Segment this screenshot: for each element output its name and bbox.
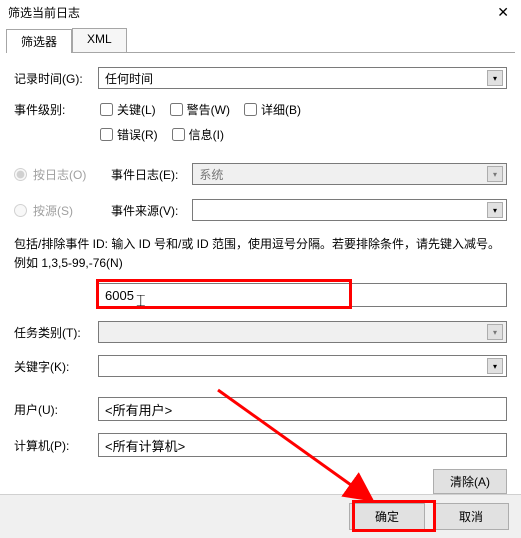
chk-critical[interactable]: 关键(L) [100,101,156,118]
close-icon[interactable]: ✕ [491,4,515,21]
chk-warning[interactable]: 警告(W) [170,101,230,118]
user-label: 用户(U): [14,401,98,418]
event-id-input[interactable] [98,283,507,307]
tab-strip: 筛选器 XML [6,28,515,53]
radio-by-source [14,204,27,217]
tab-content: 记录时间(G): 任何时间 ▾ 事件级别: 关键(L) 警告(W) 详细(B) … [0,53,521,504]
chevron-down-icon: ▾ [487,70,503,86]
event-source-label: 事件来源(V): [111,202,178,219]
ok-button[interactable]: 确定 [349,503,425,530]
task-category-label: 任务类别(T): [14,324,98,341]
logged-value: 任何时间 [105,70,153,87]
computer-input[interactable] [98,433,507,457]
radio-by-log-label: 按日志(O) [33,166,105,183]
user-input[interactable] [98,397,507,421]
cancel-button[interactable]: 取消 [433,503,509,530]
chk-info[interactable]: 信息(I) [172,126,224,143]
level-label: 事件级别: [14,101,98,118]
logged-label: 记录时间(G): [14,70,98,87]
chevron-down-icon: ▾ [487,202,503,218]
event-source-combo[interactable]: ▾ [192,199,507,221]
keywords-combo[interactable]: ▾ [98,355,507,377]
clear-button[interactable]: 清除(A) [433,469,507,494]
event-log-combo: 系统 ▾ [192,163,507,185]
event-log-label: 事件日志(E): [111,166,178,183]
chevron-down-icon: ▾ [487,324,503,340]
tab-filter[interactable]: 筛选器 [6,29,72,53]
logged-combo[interactable]: 任何时间 ▾ [98,67,507,89]
computer-label: 计算机(P): [14,437,98,454]
dialog-title: 筛选当前日志 [8,4,80,21]
chk-verbose[interactable]: 详细(B) [244,101,301,118]
bottom-bar: 确定 取消 [0,494,521,538]
chk-error[interactable]: 错误(R) [100,126,158,143]
chevron-down-icon: ▾ [487,358,503,374]
task-category-combo: ▾ [98,321,507,343]
radio-by-log [14,168,27,181]
event-id-help: 包括/排除事件 ID: 输入 ID 号和/或 ID 范围，使用逗号分隔。若要排除… [14,235,507,273]
chevron-down-icon: ▾ [487,166,503,182]
keywords-label: 关键字(K): [14,358,98,375]
event-log-value: 系统 [199,166,223,183]
titlebar: 筛选当前日志 ✕ [0,0,521,24]
tab-xml[interactable]: XML [72,28,127,52]
radio-by-source-label: 按源(S) [33,202,105,219]
